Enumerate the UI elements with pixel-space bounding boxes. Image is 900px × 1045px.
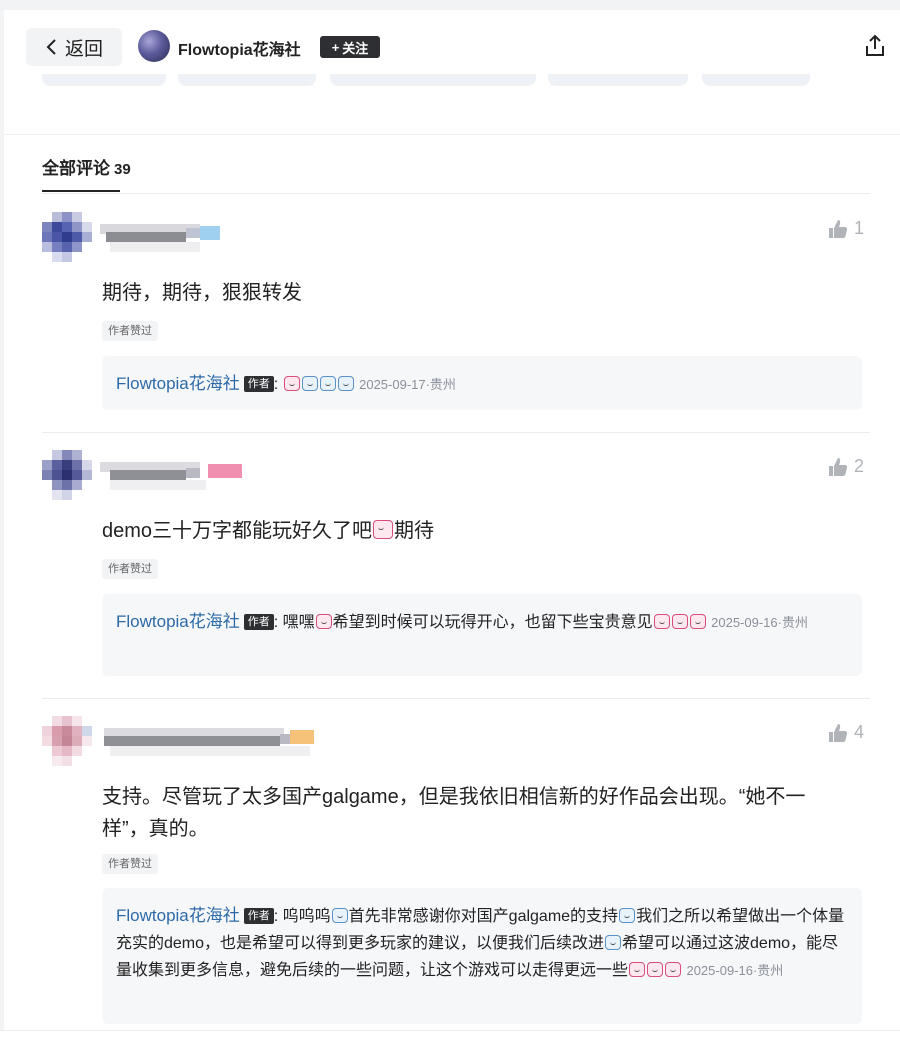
topic-tag[interactable] <box>702 74 810 86</box>
avatar[interactable] <box>42 450 98 506</box>
reply-colon: : <box>273 908 283 925</box>
comment-text: 期待，期待，狠狠转发 <box>102 282 302 304</box>
author-badge: 作者 <box>243 376 274 392</box>
like-count: 2 <box>853 456 864 476</box>
reply-author-name[interactable]: Flowtopia花海社 <box>116 906 240 925</box>
author-reply: Flowtopia花海社 作者: 呜呜呜 首先非常感谢你对国产galgame的支持我… <box>102 888 862 1024</box>
like-button[interactable]: 1 <box>828 218 864 239</box>
avatar[interactable] <box>42 716 98 772</box>
plus-icon: + <box>331 39 340 55</box>
chevron-left-icon <box>46 39 56 55</box>
comment-count: 39 <box>114 161 131 178</box>
tab-label: 全部评论 <box>42 159 110 178</box>
author-badge: 作者 <box>243 908 274 924</box>
back-button[interactable]: 返回 <box>26 28 122 66</box>
tab-all-comments[interactable]: 全部评论 39 <box>42 154 131 179</box>
comment-text-main: demo三十万字都能玩好久了吧 <box>102 520 373 542</box>
tab-active-indicator <box>42 190 120 192</box>
emoji-sticker-icon <box>647 962 664 977</box>
topic-tag[interactable] <box>330 74 536 86</box>
topic-tag[interactable] <box>178 74 316 86</box>
share-icon[interactable] <box>864 34 886 58</box>
emoji-sticker-icon <box>629 962 646 977</box>
reply-text-a: 嘿嘿 <box>282 614 315 631</box>
author-badge: 作者 <box>243 614 274 630</box>
reply-meta: 2025-09-17·贵州 <box>359 377 456 392</box>
comment-text: 支持。尽管玩了太多国产galgame，但是我依旧相信新的好作品会出现。“她不一样… <box>102 786 806 840</box>
reply-meta: 2025-09-16·贵州 <box>711 615 808 630</box>
author-liked-tag: 作者赞过 <box>102 559 158 579</box>
emoji-sticker-icon <box>301 376 318 391</box>
author-reply: Flowtopia花海社 作者: 嘿嘿 希望到时候可以玩得开心，也留下些宝贵意见 2… <box>102 594 862 676</box>
comment-divider <box>42 698 870 699</box>
comment-text: demo三十万字都能玩好久了吧 期待 <box>102 515 852 547</box>
section-divider <box>4 134 900 135</box>
comment-divider <box>42 432 870 433</box>
emoji-sticker-icon <box>337 376 354 391</box>
reply-colon: : <box>273 376 283 393</box>
reply-colon: : <box>273 614 283 631</box>
thumbs-up-icon <box>828 457 848 476</box>
author-name[interactable]: Flowtopia花海社 <box>178 36 301 60</box>
topic-tag[interactable] <box>548 74 688 86</box>
emoji-sticker-icon <box>619 908 636 923</box>
emoji-sticker-icon <box>283 376 300 391</box>
post-comments-page: 返回 Flowtopia花海社 + 关注 全部评论 39 1 期待，期待，狠狠转… <box>4 10 900 1030</box>
comment-text-tail: 期待 <box>394 520 435 542</box>
author-avatar[interactable] <box>138 30 170 62</box>
emoji-sticker-icon <box>665 962 682 977</box>
emoji-sticker-icon <box>373 520 394 539</box>
follow-label: 关注 <box>342 40 369 56</box>
like-count: 1 <box>853 218 864 238</box>
follow-button[interactable]: + 关注 <box>320 36 380 58</box>
emoji-sticker-icon <box>605 935 622 950</box>
back-label: 返回 <box>64 38 103 60</box>
emoji-sticker-icon <box>671 614 688 629</box>
reply-author-name[interactable]: Flowtopia花海社 <box>116 374 240 393</box>
topic-tags-row <box>42 74 862 86</box>
avatar[interactable] <box>42 212 98 268</box>
reply-text-b: 首先非常感谢你对国产galgame的支持 <box>348 908 619 925</box>
top-bar: 返回 Flowtopia花海社 + 关注 <box>4 10 900 86</box>
like-count: 4 <box>853 722 864 742</box>
like-button[interactable]: 4 <box>828 722 864 743</box>
bottom-bar <box>0 1030 900 1045</box>
thumbs-up-icon <box>828 723 848 742</box>
topic-tag[interactable] <box>42 74 166 86</box>
thumbs-up-icon <box>828 219 848 238</box>
emoji-sticker-icon <box>689 614 706 629</box>
emoji-sticker-icon <box>319 376 336 391</box>
reply-author-name[interactable]: Flowtopia花海社 <box>116 612 240 631</box>
reply-text-a: 呜呜呜 <box>282 908 331 925</box>
reply-meta: 2025-09-16·贵州 <box>686 963 784 978</box>
emoji-sticker-icon <box>331 908 348 923</box>
like-button[interactable]: 2 <box>828 456 864 477</box>
author-reply: Flowtopia花海社 作者: 2025-09-17·贵州 <box>102 356 862 410</box>
emoji-sticker-icon <box>653 614 670 629</box>
emoji-sticker-icon <box>315 614 332 629</box>
reply-text-b: 希望到时候可以玩得开心，也留下些宝贵意见 <box>332 614 653 631</box>
author-liked-tag: 作者赞过 <box>102 321 158 341</box>
tab-divider <box>42 193 870 194</box>
author-liked-tag: 作者赞过 <box>102 854 158 874</box>
